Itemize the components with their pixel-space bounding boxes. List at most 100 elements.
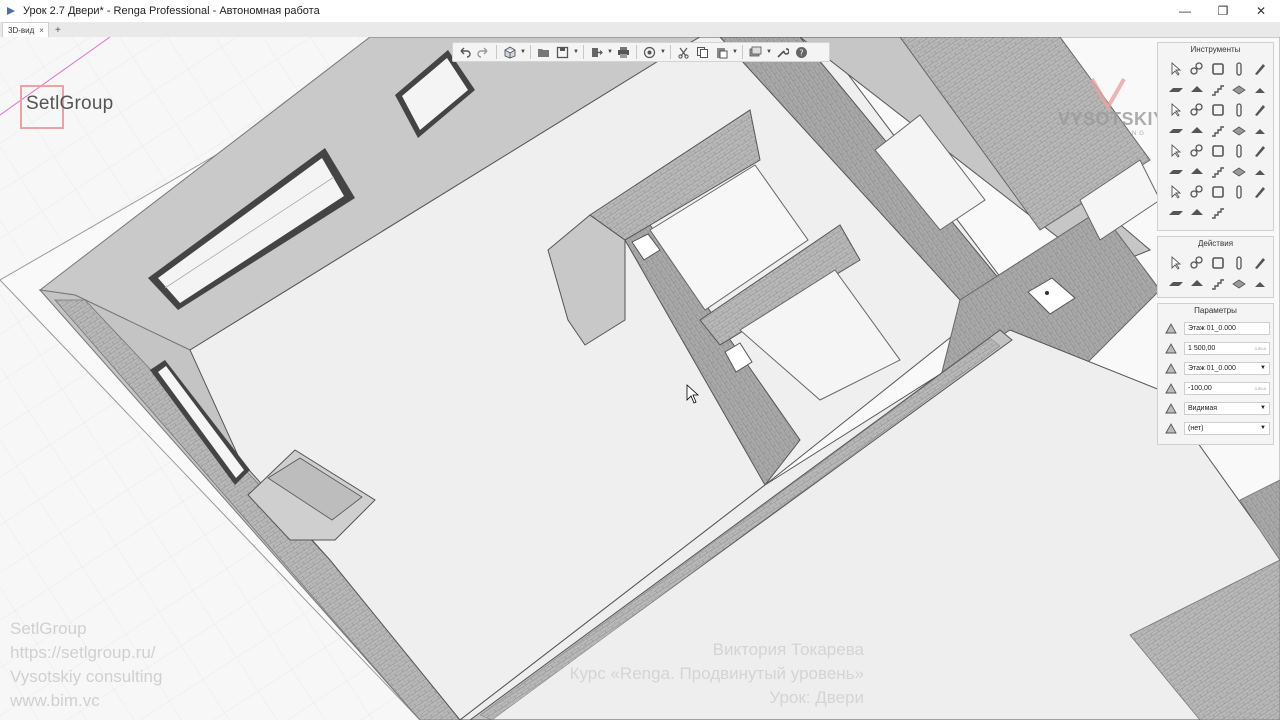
custom-icon[interactable]	[1186, 203, 1207, 224]
3d-viewport[interactable]: SetlGroup VYSOTSKIY CONSULTING SetlGroup…	[0, 37, 1280, 720]
mechanical-icon[interactable]	[1228, 141, 1249, 162]
opening-icon[interactable]	[1207, 100, 1228, 121]
plumbing-icon[interactable]	[1249, 141, 1270, 162]
cut-icon[interactable]	[675, 44, 692, 61]
equipment-icon[interactable]	[1249, 100, 1270, 121]
open-folder-icon[interactable]	[535, 44, 552, 61]
redo-icon[interactable]	[475, 44, 492, 61]
split-icon[interactable]	[1207, 274, 1228, 295]
parameter-unit: 0,00 Δ	[1254, 385, 1266, 391]
parameter-value: (нет)	[1188, 424, 1204, 432]
electrical-icon[interactable]	[1165, 162, 1186, 183]
wire-icon[interactable]	[1228, 182, 1249, 203]
parameter-field[interactable]: -100,00 0,00 Δ	[1184, 381, 1270, 395]
mirror-icon[interactable]	[1207, 253, 1228, 274]
export-icon[interactable]	[588, 44, 605, 61]
join-icon[interactable]	[1249, 274, 1270, 295]
copy-icon[interactable]	[694, 44, 711, 61]
actions-panel-title: Действия	[1197, 239, 1234, 248]
level-icon[interactable]	[1207, 182, 1228, 203]
parameter-value: Видимая	[1188, 404, 1218, 412]
parameter-row: (нет) ▼	[1158, 418, 1273, 438]
chevron-down-icon[interactable]: ▼	[660, 49, 666, 55]
lighting-icon[interactable]	[1186, 162, 1207, 183]
line-icon[interactable]	[1165, 141, 1186, 162]
ramp-icon[interactable]	[1186, 100, 1207, 121]
rotate-icon[interactable]	[1186, 253, 1207, 274]
stair-icon[interactable]	[1207, 80, 1228, 101]
sketch-icon[interactable]	[1186, 141, 1207, 162]
view-cube-icon[interactable]	[501, 44, 518, 61]
credits-watermark-left: SetlGroup https://setlgroup.ru/ Vysotski…	[10, 617, 162, 713]
orbit-icon[interactable]	[641, 44, 658, 61]
cable-icon[interactable]	[1207, 162, 1228, 183]
chevron-down-icon[interactable]: ▼	[1260, 405, 1266, 411]
assembly-icon[interactable]	[1165, 182, 1186, 203]
element-icon[interactable]	[1249, 162, 1270, 183]
chevron-down-icon[interactable]: ▼	[732, 49, 738, 55]
parameter-field[interactable]: Этаж 01_0.000	[1184, 321, 1270, 335]
align-icon[interactable]	[1249, 253, 1270, 274]
door-icon[interactable]	[1249, 80, 1270, 101]
route-icon[interactable]	[1249, 182, 1270, 203]
chevron-down-icon[interactable]: ▼	[1260, 425, 1266, 431]
parameter-dropdown[interactable]: (нет) ▼	[1184, 421, 1270, 435]
hatch-icon[interactable]	[1228, 100, 1249, 121]
paste-icon[interactable]	[713, 44, 730, 61]
tab-3d-view[interactable]: 3D-вид ×	[2, 22, 49, 37]
railing-icon[interactable]	[1165, 100, 1186, 121]
chevron-down-icon[interactable]: ▼	[520, 49, 526, 55]
help-icon[interactable]: ?	[793, 44, 810, 61]
maximize-button[interactable]: ❐	[1204, 0, 1242, 22]
dimension-icon[interactable]	[1186, 182, 1207, 203]
parameter-dropdown[interactable]: Этаж 01_0.000 ▼	[1184, 361, 1270, 375]
select-icon[interactable]	[1165, 59, 1186, 80]
tab-close-icon[interactable]: ×	[39, 26, 44, 35]
duct-icon[interactable]	[1186, 121, 1207, 142]
wrench-icon[interactable]	[774, 44, 791, 61]
credit-line: Виктория Токарева	[712, 640, 864, 659]
parameter-field[interactable]: 1 500,00 0,00 Δ	[1184, 341, 1270, 355]
column-icon[interactable]	[1228, 59, 1249, 80]
layers-icon[interactable]	[747, 44, 764, 61]
close-button[interactable]: ✕	[1242, 0, 1280, 22]
room-icon[interactable]	[1207, 59, 1228, 80]
parameter-row: 1 500,00 0,00 Δ	[1158, 338, 1273, 358]
offset-icon[interactable]	[1228, 274, 1249, 295]
renga-app-icon	[7, 7, 15, 15]
chevron-down-icon[interactable]: ▼	[766, 49, 772, 55]
toolbar-separator	[636, 45, 637, 59]
roof-icon[interactable]	[1186, 80, 1207, 101]
chevron-down-icon[interactable]: ▼	[607, 49, 613, 55]
parameter-dropdown[interactable]: Видимая ▼	[1184, 401, 1270, 415]
parameter-value: 1 500,00	[1188, 344, 1216, 352]
parameter-row: Видимая ▼	[1158, 398, 1273, 418]
terminal-icon[interactable]	[1207, 141, 1228, 162]
pipe-icon[interactable]	[1165, 121, 1186, 142]
valve-icon[interactable]	[1228, 121, 1249, 142]
section-icon[interactable]	[1207, 203, 1228, 224]
parameter-row: Этаж 01_0.000 ▼	[1158, 358, 1273, 378]
copy-array-icon[interactable]	[1228, 253, 1249, 274]
add-tab-button[interactable]: +	[55, 23, 61, 37]
extend-icon[interactable]	[1186, 274, 1207, 295]
toolbar-separator	[670, 45, 671, 59]
axis-icon[interactable]	[1186, 59, 1207, 80]
foundation-icon[interactable]	[1228, 162, 1249, 183]
building-3d-scene[interactable]	[0, 37, 1280, 720]
toolbar-separator	[530, 45, 531, 59]
window-icon[interactable]	[1228, 80, 1249, 101]
chevron-down-icon[interactable]: ▼	[573, 49, 579, 55]
text-icon[interactable]	[1165, 203, 1186, 224]
move-icon[interactable]	[1165, 253, 1186, 274]
save-icon[interactable]	[554, 44, 571, 61]
chevron-down-icon[interactable]: ▼	[1260, 365, 1266, 371]
minimize-button[interactable]: —	[1166, 0, 1204, 22]
print-icon[interactable]	[615, 44, 632, 61]
beam-icon[interactable]	[1249, 59, 1270, 80]
trim-icon[interactable]	[1165, 274, 1186, 295]
fitting-icon[interactable]	[1207, 121, 1228, 142]
undo-icon[interactable]	[456, 44, 473, 61]
slab-icon[interactable]	[1165, 80, 1186, 101]
rebar-icon[interactable]	[1249, 121, 1270, 142]
